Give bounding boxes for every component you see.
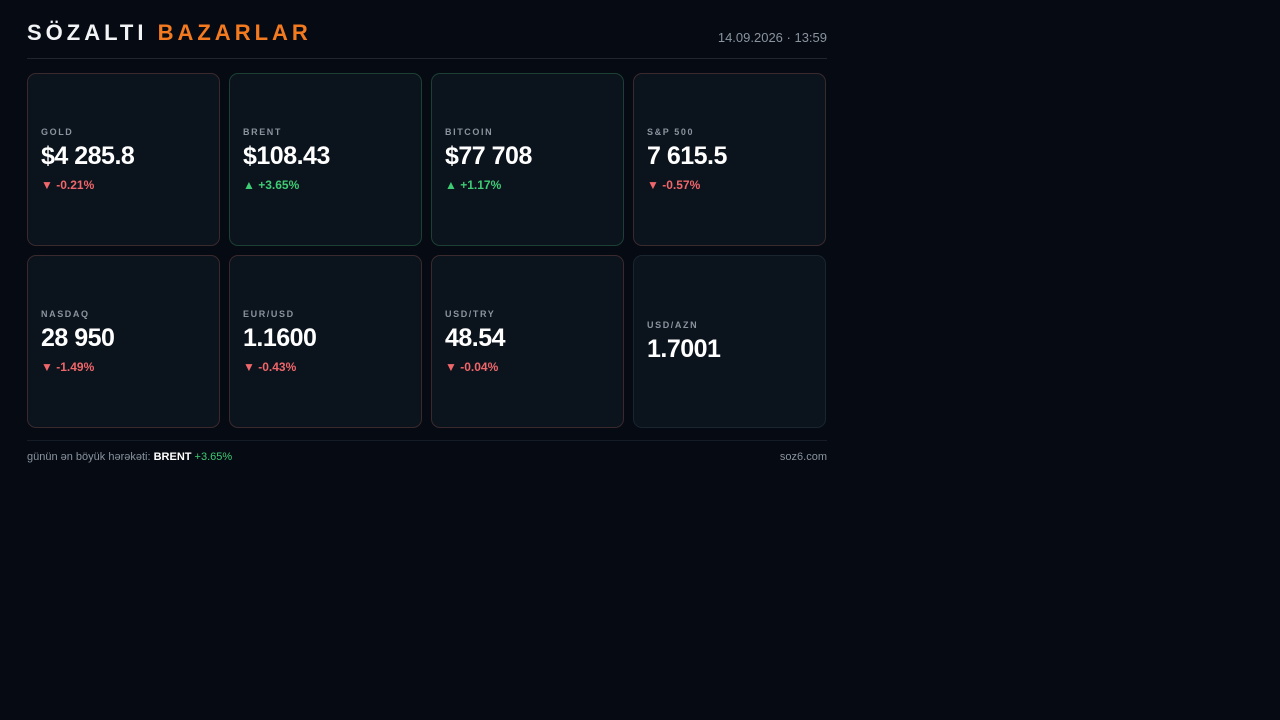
header: SÖZALTI BAZARLAR 14.09.2026 · 13:59	[27, 0, 827, 59]
card-value: 1.7001	[647, 334, 721, 363]
card-value: 28 950	[41, 324, 115, 352]
card-change: ▼ -0.57%	[647, 178, 701, 192]
market-card-nasdaq: NASDAQ 28 950 ▼ -1.49%	[27, 255, 220, 428]
card-change: ▲ +1.17%	[445, 178, 502, 192]
card-symbol: NASDAQ	[41, 309, 90, 319]
card-change: ▼ -0.43%	[243, 360, 297, 374]
card-symbol: BITCOIN	[445, 127, 494, 137]
card-value: $108.43	[243, 142, 330, 170]
market-card-sp500: S&P 500 7 615.5 ▼ -0.57%	[633, 73, 826, 246]
top-mover-prefix: günün ən böyük hərəkəti:	[27, 451, 154, 463]
market-card-usdtry: USD/TRY 48.54 ▼ -0.04%	[431, 255, 624, 428]
market-card-brent: BRENT $108.43 ▲ +3.65%	[229, 73, 422, 246]
card-symbol: GOLD	[41, 127, 74, 137]
card-change: ▼ -0.04%	[445, 360, 499, 374]
market-card-usdazn: USD/AZN 1.7001	[633, 255, 826, 428]
title-part-1: SÖZALTI	[27, 20, 148, 45]
card-change: ▲ +3.65%	[243, 178, 300, 192]
market-card-gold: GOLD $4 285.8 ▼ -0.21%	[27, 73, 220, 246]
market-grid: GOLD $4 285.8 ▼ -0.21% BRENT $108.43 ▲ +…	[27, 73, 827, 428]
card-value: $77 708	[445, 142, 532, 170]
top-mover-summary: günün ən böyük hərəkəti: BRENT +3.65%	[27, 451, 232, 463]
card-symbol: EUR/USD	[243, 309, 295, 319]
site-link[interactable]: soz6.com	[780, 451, 827, 463]
datetime-stamp: 14.09.2026 · 13:59	[717, 30, 827, 45]
market-card-eurusd: EUR/USD 1.1600 ▼ -0.43%	[229, 255, 422, 428]
card-value: 48.54	[445, 324, 506, 352]
card-symbol: BRENT	[243, 127, 282, 137]
card-symbol: S&P 500	[647, 127, 695, 137]
card-value: $4 285.8	[41, 142, 135, 170]
card-change: ▼ -1.49%	[41, 360, 95, 374]
top-mover-change: +3.65%	[194, 451, 233, 463]
title-part-2: BAZARLAR	[157, 20, 312, 45]
card-symbol: USD/AZN	[647, 319, 699, 330]
dashboard: SÖZALTI BAZARLAR 14.09.2026 · 13:59 GOLD…	[27, 0, 827, 463]
top-mover-name: BRENT	[153, 451, 192, 463]
footer: günün ən böyük hərəkəti: BRENT +3.65% so…	[27, 440, 827, 465]
market-card-bitcoin: BITCOIN $77 708 ▲ +1.17%	[431, 73, 624, 246]
card-change: ▼ -0.21%	[41, 178, 95, 192]
card-value: 7 615.5	[647, 142, 727, 170]
card-symbol: USD/TRY	[445, 309, 496, 319]
card-value: 1.1600	[243, 324, 317, 352]
page-title: SÖZALTI BAZARLAR	[27, 20, 312, 46]
